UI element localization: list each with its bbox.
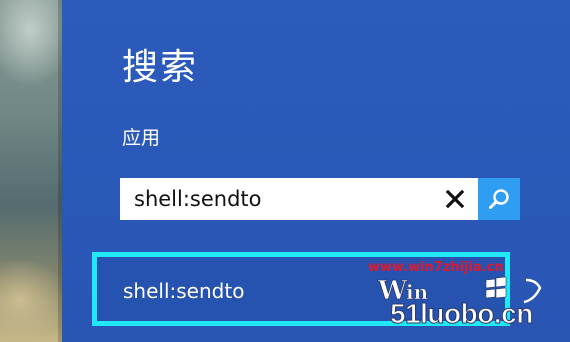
clear-button[interactable] bbox=[436, 178, 474, 220]
close-icon bbox=[445, 189, 465, 209]
screen: 搜索 应用 shell:sendto www.win7zhijia.cn W i… bbox=[0, 0, 570, 342]
search-scope-label[interactable]: 应用 bbox=[122, 125, 160, 151]
result-label: shell:sendto bbox=[123, 279, 245, 303]
search-button[interactable] bbox=[478, 178, 520, 220]
search-input[interactable] bbox=[120, 178, 430, 220]
search-result-item[interactable]: shell:sendto bbox=[92, 252, 510, 326]
panel-title: 搜索 bbox=[122, 47, 199, 88]
search-box bbox=[120, 178, 520, 220]
search-icon bbox=[489, 189, 509, 209]
desktop-wallpaper bbox=[0, 0, 62, 342]
